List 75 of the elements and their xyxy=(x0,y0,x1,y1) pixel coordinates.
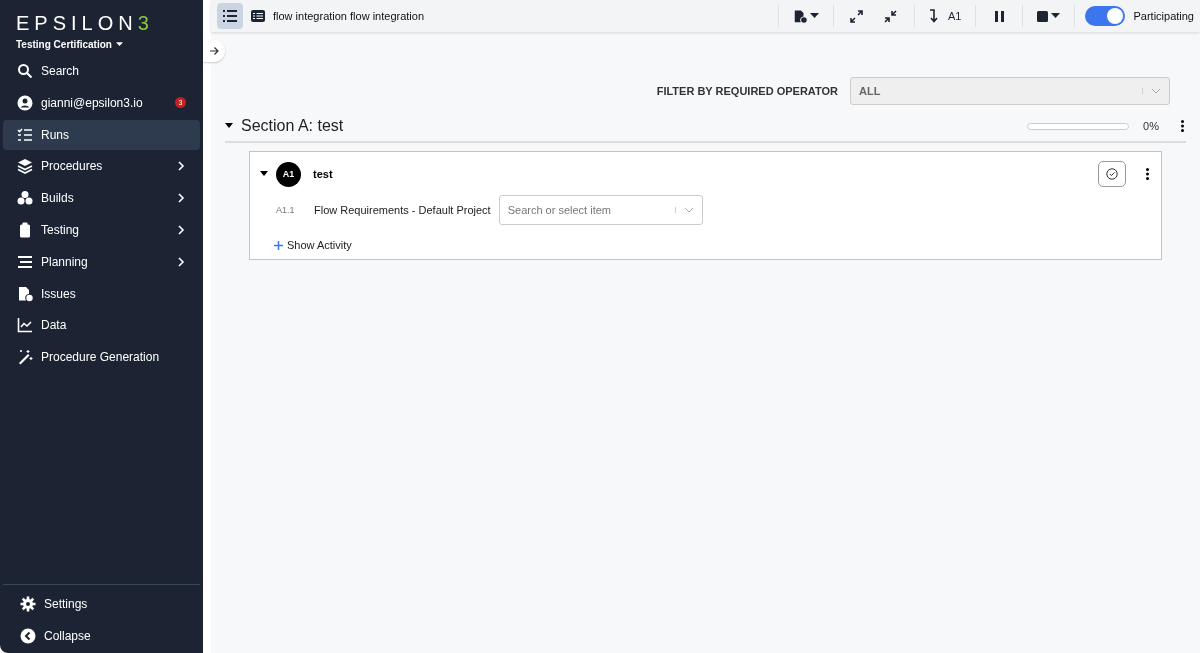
step-title: test xyxy=(313,168,334,180)
sidebar-item-label: Procedure Generation xyxy=(41,350,161,365)
section-title: Section A: test xyxy=(241,117,345,135)
file-alert-icon xyxy=(17,285,33,302)
sidebar-item[interactable]: Settings xyxy=(6,589,197,620)
sidebar-item-label: Issues xyxy=(41,286,77,301)
list-icon xyxy=(223,10,237,22)
caret-down-icon xyxy=(809,13,819,19)
participating-toggle[interactable] xyxy=(1085,6,1126,26)
complete-step-button[interactable] xyxy=(1098,161,1126,187)
sidebar-item-label: Planning xyxy=(41,254,89,269)
outline-button[interactable] xyxy=(217,3,243,29)
step-caret[interactable] xyxy=(260,171,268,177)
show-activity-link[interactable]: Show Activity xyxy=(274,239,352,251)
sidebar-item-label: Collapse xyxy=(44,629,92,644)
run-title: flow integration flow integration xyxy=(273,10,425,22)
step-badge: A1 xyxy=(276,161,301,187)
sidebar-item-label: Runs xyxy=(41,127,70,142)
check-circle-icon xyxy=(1106,168,1118,180)
sidebar-item[interactable]: Collapse xyxy=(6,621,197,652)
compress-icon xyxy=(884,9,898,23)
sidebar-item-label: gianni@epsilon3.io xyxy=(41,95,144,110)
kebab-icon xyxy=(1181,120,1184,132)
more-menu-button[interactable] xyxy=(1179,120,1186,132)
pause-icon xyxy=(994,10,1004,22)
sidebar-item[interactable]: Data xyxy=(3,310,200,341)
arrow-right-icon xyxy=(209,46,219,56)
user-icon xyxy=(17,94,33,111)
expand-sidebar-button[interactable] xyxy=(203,40,225,62)
progress-reading: 0% xyxy=(1143,120,1159,132)
gear-icon xyxy=(20,596,36,613)
sidebar-item-label: Builds xyxy=(41,191,75,206)
chevron-down-icon xyxy=(683,207,694,213)
lines-icon xyxy=(17,253,33,270)
field-id: A1.1 xyxy=(276,205,296,215)
item-select[interactable]: Search or select item xyxy=(498,195,703,225)
chevron-down-icon xyxy=(1151,88,1161,94)
sidebar-item-label: Search xyxy=(41,64,81,78)
magic-wand-icon xyxy=(17,349,33,366)
toggle-label: Participating xyxy=(1133,10,1194,22)
stop-icon xyxy=(1037,10,1049,22)
line-chart-icon xyxy=(17,317,33,334)
arrow-down-turn-icon xyxy=(928,9,939,23)
operator-select[interactable]: ALL xyxy=(850,77,1170,105)
sidebar-item[interactable]: Procedure Generation xyxy=(3,342,200,373)
field-label: Flow Requirements - Default Project xyxy=(314,204,491,216)
checklist-icon xyxy=(17,126,33,143)
plus-icon xyxy=(274,240,283,250)
sidebar-item[interactable]: Runs xyxy=(3,119,200,150)
kebab-icon xyxy=(1146,168,1149,180)
clipboard-icon xyxy=(17,222,33,238)
workspace-selector[interactable]: Testing Certification xyxy=(0,35,203,56)
chevron-left-circle-icon xyxy=(20,628,36,645)
search-icon xyxy=(17,63,33,79)
layers-icon xyxy=(17,158,33,175)
sidebar-item[interactable]: Testing xyxy=(3,215,200,245)
file-alert-icon xyxy=(792,8,807,24)
sidebar-item-label: Settings xyxy=(44,597,89,612)
sidebar-item[interactable]: Planning xyxy=(3,246,200,277)
caret-down-icon xyxy=(1051,13,1061,19)
sidebar-item[interactable]: Builds xyxy=(3,183,200,214)
jump-to-step-button[interactable]: A1 xyxy=(924,3,966,29)
more-menu-button[interactable] xyxy=(1144,168,1151,180)
caret-down-icon xyxy=(115,42,123,47)
sidebar-item[interactable]: Search xyxy=(3,56,200,86)
section-caret[interactable] xyxy=(225,123,233,129)
filter-label: FILTER BY REQUIRED OPERATOR xyxy=(656,85,838,97)
logo: EPSILON 3 xyxy=(15,11,155,35)
expand-icon xyxy=(850,9,864,23)
table-icon xyxy=(251,10,265,22)
sidebar-item-label: Procedures xyxy=(41,159,104,174)
sidebar-item[interactable]: Procedures xyxy=(3,151,200,182)
sidebar-item[interactable]: Issues xyxy=(3,278,200,309)
sidebar-item-label: Testing xyxy=(41,223,81,237)
sidebar-item-label: Data xyxy=(41,318,68,333)
